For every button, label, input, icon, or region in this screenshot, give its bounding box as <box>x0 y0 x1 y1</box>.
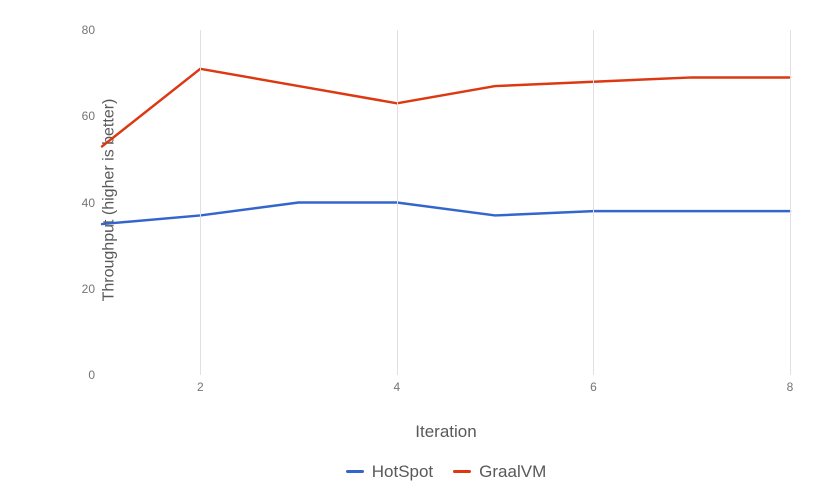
gridline-vertical <box>200 30 201 375</box>
legend-swatch <box>453 470 471 473</box>
gridline-vertical <box>790 30 791 375</box>
legend-swatch <box>346 470 364 473</box>
gridline-vertical <box>397 30 398 375</box>
y-tick-label: 0 <box>65 368 95 382</box>
y-tick-label: 40 <box>65 196 95 210</box>
legend-label: GraalVM <box>479 462 546 482</box>
series-line <box>102 203 790 225</box>
plot-area <box>102 30 790 375</box>
y-tick-label: 80 <box>65 23 95 37</box>
legend-item: HotSpot <box>346 462 433 482</box>
legend-label: HotSpot <box>372 462 433 482</box>
chart-container: Throughput (higher is better) Iteration … <box>0 0 815 504</box>
legend-item: GraalVM <box>453 462 546 482</box>
legend: HotSpot GraalVM <box>102 458 790 482</box>
x-tick-label: 4 <box>382 380 412 394</box>
line-layer <box>102 30 790 375</box>
x-tick-label: 6 <box>578 380 608 394</box>
x-tick-label: 2 <box>185 380 215 394</box>
y-tick-label: 60 <box>65 109 95 123</box>
y-tick-label: 20 <box>65 282 95 296</box>
x-tick-label: 8 <box>775 380 805 394</box>
series-line <box>102 69 790 147</box>
gridline-vertical <box>593 30 594 375</box>
x-axis-label: Iteration <box>102 422 790 442</box>
